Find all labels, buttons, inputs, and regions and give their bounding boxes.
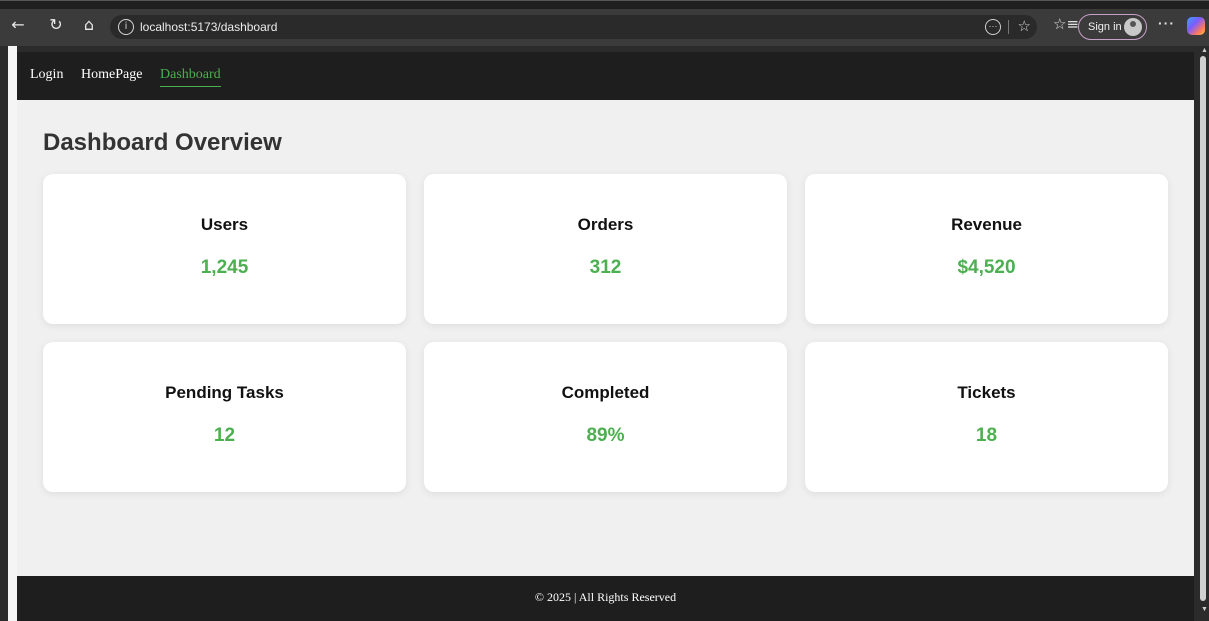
stat-card-users: Users 1,245 (43, 174, 406, 324)
scroll-up-arrow-icon[interactable]: ▲ (1201, 47, 1208, 54)
nav-link-dashboard[interactable]: Dashboard (160, 67, 221, 87)
card-value: 1,245 (200, 257, 249, 278)
back-arrow-icon[interactable]: ← (8, 15, 28, 35)
stat-card-completed: Completed 89% (424, 342, 787, 492)
top-navigation: Login HomePage Dashboard (17, 52, 1194, 100)
window-left-edge (0, 46, 17, 621)
card-title: Completed (561, 383, 650, 402)
tab-strip (0, 1, 1209, 9)
footer-copyright: © 2025 | All Rights Reserved (534, 590, 677, 604)
page-footer: © 2025 | All Rights Reserved (17, 576, 1194, 621)
card-value: 89% (586, 425, 625, 446)
site-info-icon[interactable]: i (118, 19, 134, 35)
stat-card-orders: Orders 312 (424, 174, 787, 324)
profile-avatar-icon (1124, 18, 1142, 36)
sign-in-label: Sign in (1088, 21, 1122, 33)
card-title: Orders (577, 215, 634, 234)
copilot-icon[interactable] (1187, 17, 1205, 35)
card-value: 312 (589, 257, 622, 278)
nav-link-homepage[interactable]: HomePage (81, 67, 142, 83)
card-title: Pending Tasks (165, 383, 284, 402)
card-value: 12 (213, 425, 236, 446)
card-value: $4,520 (957, 257, 1016, 278)
address-divider (1008, 20, 1009, 34)
page-viewport: Login HomePage Dashboard Dashboard Overv… (17, 52, 1194, 621)
page-title: Dashboard Overview (43, 129, 282, 156)
favorite-star-icon[interactable]: ☆ (1018, 17, 1031, 35)
stat-card-tickets: Tickets 18 (805, 342, 1168, 492)
scroll-down-arrow-icon[interactable]: ▼ (1201, 606, 1208, 613)
stat-card-revenue: Revenue $4,520 (805, 174, 1168, 324)
home-icon[interactable]: ⌂ (79, 15, 99, 35)
more-menu-icon[interactable]: ··· (1158, 15, 1175, 31)
stat-card-pending-tasks: Pending Tasks 12 (43, 342, 406, 492)
address-bar[interactable]: i localhost:5173/dashboard ··· ☆ (110, 15, 1037, 39)
scrollbar-thumb[interactable] (1200, 56, 1206, 601)
card-value: 18 (975, 425, 998, 446)
reader-mode-icon[interactable]: ··· (985, 19, 1001, 35)
sign-in-button[interactable]: Sign in (1078, 14, 1147, 40)
card-title: Users (200, 215, 249, 234)
url-text[interactable]: localhost:5173/dashboard (140, 20, 277, 34)
card-title: Revenue (951, 215, 1022, 234)
refresh-icon[interactable]: ↻ (46, 15, 66, 35)
nav-link-login[interactable]: Login (30, 67, 63, 83)
browser-toolbar: ← ↻ ⌂ i localhost:5173/dashboard ··· ☆ ☆… (0, 0, 1209, 46)
card-title: Tickets (957, 383, 1016, 402)
favorites-icon[interactable]: ☆≡ (1053, 15, 1079, 33)
